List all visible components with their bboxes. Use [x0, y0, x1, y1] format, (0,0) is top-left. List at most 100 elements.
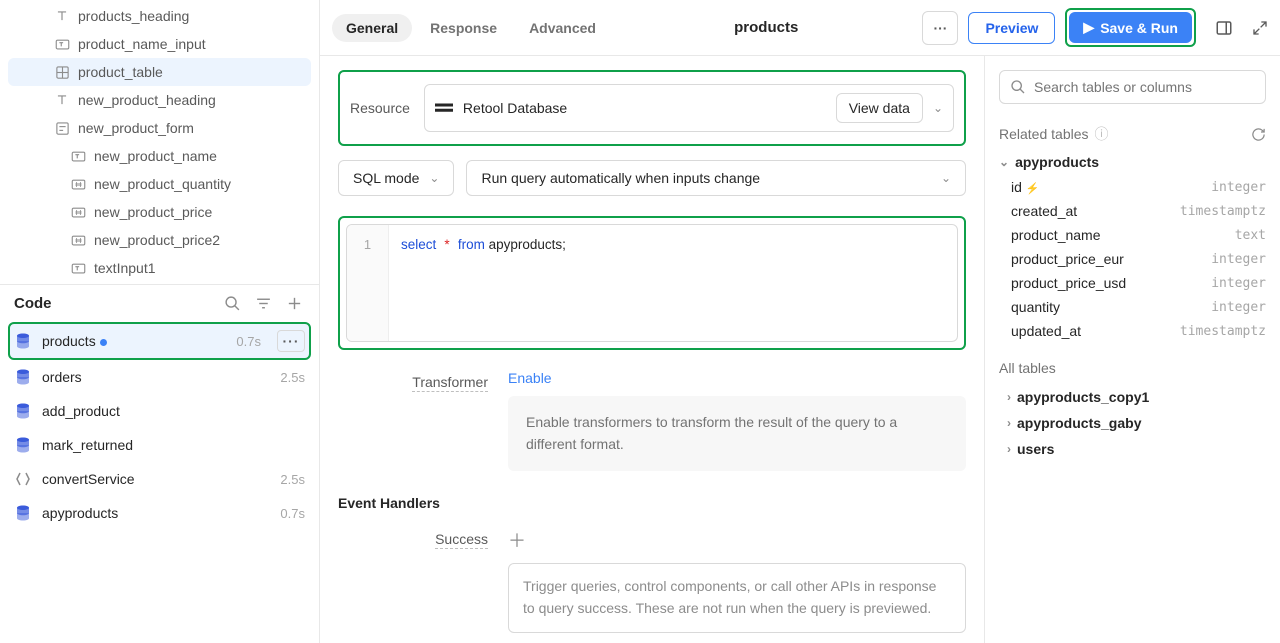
related-table[interactable]: ⌄ apyproducts	[985, 150, 1280, 176]
column-name: created_at	[1011, 203, 1077, 219]
code-item-name: convertService	[42, 471, 270, 487]
column-type: timestamptz	[1180, 324, 1266, 339]
code-item-name: orders	[42, 369, 270, 385]
query-icon	[14, 470, 32, 488]
more-button[interactable]: ···	[277, 330, 305, 352]
save-run-label: Save & Run	[1100, 20, 1178, 36]
tree-item[interactable]: new_product_heading	[0, 86, 319, 114]
tree-item[interactable]: new_product_price	[0, 198, 319, 226]
schema-search-input[interactable]	[1034, 79, 1255, 95]
event-handlers-heading: Event Handlers	[338, 495, 966, 511]
table-link[interactable]: › apyproducts_gaby	[985, 410, 1280, 436]
run-trigger-dropdown[interactable]: Run query automatically when inputs chan…	[466, 160, 966, 196]
tree-item-label: products_heading	[78, 8, 189, 24]
column-row[interactable]: product_price_usdinteger	[985, 272, 1280, 296]
filter-icon[interactable]	[255, 295, 272, 312]
component-icon	[54, 121, 70, 136]
tree-item[interactable]: textInput1	[0, 254, 319, 282]
tab-advanced[interactable]: Advanced	[515, 14, 610, 42]
tab-response[interactable]: Response	[416, 14, 511, 42]
chevron-down-icon: ⌄	[933, 101, 943, 115]
tree-item[interactable]: products_heading	[0, 2, 319, 30]
search-icon[interactable]	[224, 295, 241, 312]
add-success-handler-button[interactable]: ＋	[508, 531, 526, 551]
column-row[interactable]: product_nametext	[985, 224, 1280, 248]
code-item[interactable]: mark_returned	[0, 428, 319, 462]
code-item[interactable]: convertService 2.5s	[0, 462, 319, 496]
column-type: text	[1235, 228, 1266, 243]
sql-mode-dropdown[interactable]: SQL mode ⌄	[338, 160, 454, 196]
query-icon	[14, 402, 32, 420]
code-item[interactable]: add_product	[0, 394, 319, 428]
tree-item-label: new_product_quantity	[94, 176, 231, 192]
search-icon	[1010, 79, 1026, 95]
column-type: integer	[1211, 180, 1266, 195]
column-row[interactable]: created_attimestamptz	[985, 200, 1280, 224]
code-item[interactable]: products 0.7s ···	[8, 322, 311, 360]
tree-item-label: new_product_price2	[94, 232, 220, 248]
panel-toggle-button[interactable]	[1206, 11, 1242, 45]
refresh-icon[interactable]	[1251, 127, 1266, 142]
main-panel: GeneralResponseAdvanced products ··· Pre…	[320, 0, 1280, 643]
tree-item[interactable]: new_product_price2	[0, 226, 319, 254]
related-tables-heading: Related tables ⓘ	[999, 124, 1109, 144]
topbar: GeneralResponseAdvanced products ··· Pre…	[320, 0, 1280, 56]
code-item[interactable]: orders 2.5s	[0, 360, 319, 394]
code-item-name: add_product	[42, 403, 295, 419]
query-icon	[14, 368, 32, 386]
column-row[interactable]: id ⚡ integer	[985, 176, 1280, 200]
resource-select[interactable]: Retool Database View data ⌄	[424, 84, 954, 132]
success-help: Trigger queries, control components, or …	[508, 563, 966, 632]
transformer-label: Transformer	[412, 374, 488, 392]
code-item[interactable]: apyproducts 0.7s	[0, 496, 319, 530]
chevron-right-icon: ›	[1007, 442, 1011, 456]
column-name: id ⚡	[1011, 179, 1040, 195]
column-type: integer	[1211, 252, 1266, 267]
code-item-name: apyproducts	[42, 505, 270, 521]
code-item-time: 2.5s	[280, 370, 305, 385]
help-icon[interactable]: ⓘ	[1095, 124, 1109, 144]
preview-button[interactable]: Preview	[968, 12, 1055, 44]
database-icon	[435, 101, 453, 115]
query-editor-panel: Resource Retool Database View data ⌄	[320, 56, 984, 643]
column-row[interactable]: quantityinteger	[985, 296, 1280, 320]
tree-item[interactable]: new_product_form	[0, 114, 319, 142]
tree-item[interactable]: product_name_input	[0, 30, 319, 58]
add-icon[interactable]	[286, 295, 303, 312]
tree-item-label: product_name_input	[78, 36, 206, 52]
resource-selector-row: Resource Retool Database View data ⌄	[338, 70, 966, 146]
code-text: select * from apyproducts;	[389, 225, 578, 341]
query-icon	[14, 504, 32, 522]
resource-name: Retool Database	[463, 100, 826, 116]
column-row[interactable]: product_price_eurinteger	[985, 248, 1280, 272]
component-icon	[70, 233, 86, 248]
query-title: products	[620, 19, 912, 36]
query-tabs: GeneralResponseAdvanced	[332, 14, 610, 42]
code-header: Code	[0, 285, 319, 322]
code-section: Code products 0.7s ··· orders 2.5s add_p…	[0, 284, 319, 643]
column-row[interactable]: updated_attimestamptz	[985, 320, 1280, 344]
column-type: integer	[1211, 300, 1266, 315]
save-run-button[interactable]: ▶ Save & Run	[1069, 12, 1192, 43]
tree-item-label: new_product_heading	[78, 92, 216, 108]
enable-transformer-link[interactable]: Enable	[508, 370, 552, 386]
all-tables-heading: All tables	[985, 344, 1280, 384]
tab-general[interactable]: General	[332, 14, 412, 42]
code-item-time: 0.7s	[280, 506, 305, 521]
sql-editor[interactable]: 1 select * from apyproducts;	[346, 224, 958, 342]
tree-item[interactable]: new_product_quantity	[0, 170, 319, 198]
tree-item[interactable]: product_table	[8, 58, 311, 86]
table-link[interactable]: › users	[985, 436, 1280, 462]
tree-item[interactable]: new_product_name	[0, 142, 319, 170]
query-icon	[14, 332, 32, 350]
chevron-right-icon: ›	[1007, 390, 1011, 404]
tree-item-label: product_table	[78, 64, 163, 80]
expand-icon[interactable]	[1252, 20, 1268, 36]
schema-search[interactable]	[999, 70, 1266, 104]
play-icon: ▶	[1083, 19, 1094, 36]
more-button[interactable]: ···	[922, 11, 958, 45]
view-data-button[interactable]: View data	[836, 93, 923, 123]
left-panel: products_heading product_name_inputproduc…	[0, 0, 320, 643]
table-link[interactable]: › apyproducts_copy1	[985, 384, 1280, 410]
component-tree: products_heading product_name_inputproduc…	[0, 0, 319, 284]
